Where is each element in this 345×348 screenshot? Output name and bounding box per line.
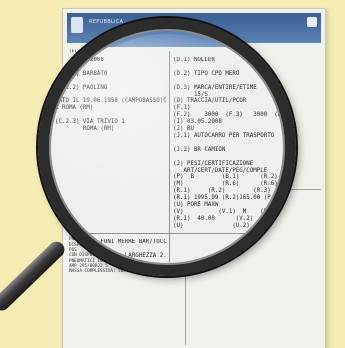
emblem-icon: [53, 29, 65, 43]
scene: REPUBBLICA (E) 03.05.2008 (C.2.1) BARBAT…: [0, 0, 345, 348]
magnifier-rim: [38, 18, 296, 276]
badge-icon: [307, 17, 317, 27]
document-header-title: REPUBBLICA: [89, 19, 124, 25]
magnified-header-subtitle: Ministero: [71, 34, 94, 40]
